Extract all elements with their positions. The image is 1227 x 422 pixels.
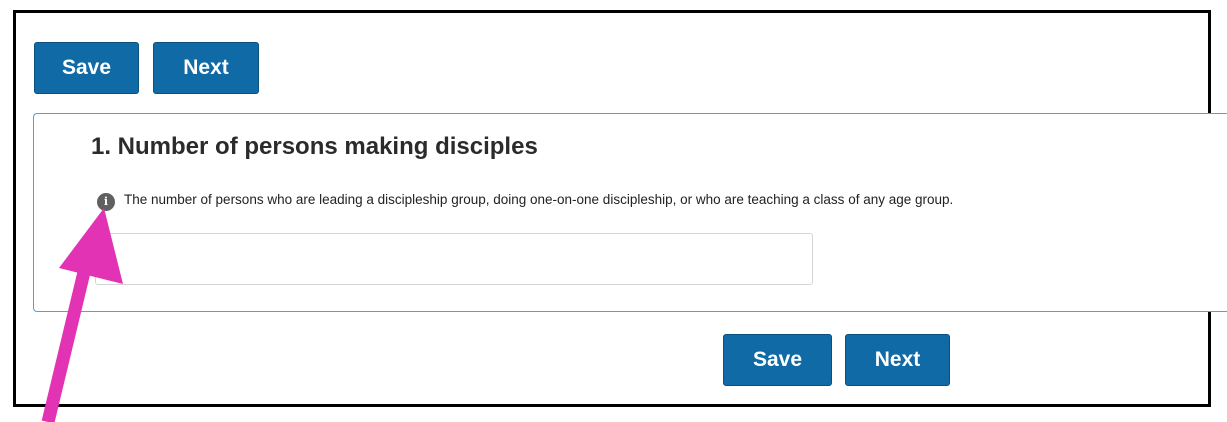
- question-description: The number of persons who are leading a …: [124, 192, 954, 207]
- question-title: 1. Number of persons making disciples: [91, 133, 538, 160]
- answer-input[interactable]: [95, 233, 813, 285]
- save-button-bottom[interactable]: Save: [723, 334, 832, 386]
- next-button-bottom[interactable]: Next: [845, 334, 950, 386]
- info-icon[interactable]: i: [97, 193, 115, 211]
- next-button-top[interactable]: Next: [153, 42, 259, 94]
- save-button-top[interactable]: Save: [34, 42, 139, 94]
